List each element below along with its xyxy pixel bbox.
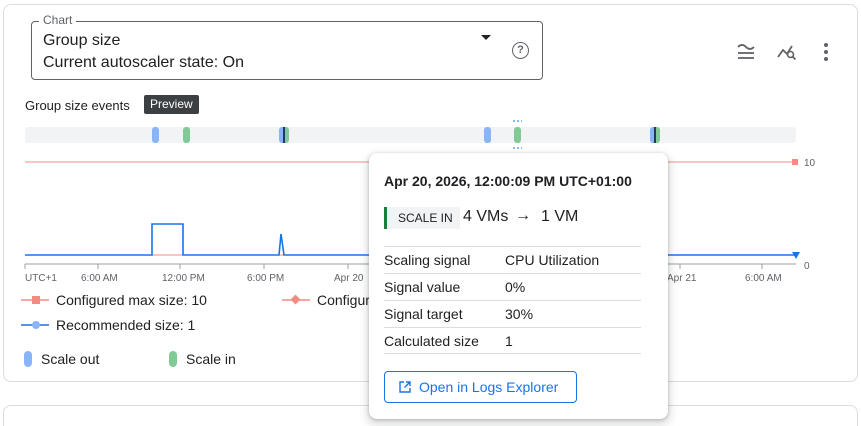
tooltip-key: Scaling signal xyxy=(384,252,471,268)
legend-recommended-label: Recommended size: 1 xyxy=(56,317,196,333)
legend-scale-in: Scale in xyxy=(169,351,236,367)
event-tooltip: Apr 20, 2026, 12:00:09 PM UTC+01:00 SCAL… xyxy=(369,153,668,419)
x-tick-label: 6:00 PM xyxy=(247,273,284,284)
y-tick-label: 0 xyxy=(804,261,810,272)
y-tick-label: 10 xyxy=(804,158,816,169)
legend-scale-out: Scale out xyxy=(24,351,99,367)
tooltip-value: 1 xyxy=(505,332,513,349)
legend-min-size-label: Configur xyxy=(317,292,370,308)
legend-min-size[interactable]: Configur xyxy=(282,292,370,308)
tooltip-row: Signal value 0% xyxy=(384,273,641,300)
open-logs-explorer-label: Open in Logs Explorer xyxy=(419,379,559,395)
tooltip-row: Calculated size 1 xyxy=(384,327,641,354)
scale-in-badge: SCALE IN xyxy=(384,207,460,229)
x-tick-label: Apr 21 xyxy=(667,273,697,284)
scale-out-swatch xyxy=(24,351,32,367)
x-tick-label: 6:00 AM xyxy=(81,273,118,284)
max-size-marker xyxy=(792,159,798,165)
tooltip-key: Signal value xyxy=(384,279,461,295)
legend-scale-in-label: Scale in xyxy=(186,351,236,367)
tooltip-key: Calculated size xyxy=(384,332,479,349)
legend-max-size-label: Configured max size: 10 xyxy=(56,292,207,308)
tooltip-to-size: 1 VM xyxy=(541,208,579,225)
legend-scale-out-label: Scale out xyxy=(41,351,100,367)
x-tick-label: UTC+1 xyxy=(25,273,57,284)
tooltip-from-size: 4 VMs xyxy=(463,208,509,225)
x-tick-label: 12:00 PM xyxy=(162,273,205,284)
tooltip-row: Signal target 30% xyxy=(384,300,641,327)
x-tick-label: Apr 20 xyxy=(334,273,364,284)
tooltip-row: Scaling signal CPU Utilization xyxy=(384,246,641,273)
open-logs-explorer-button[interactable]: Open in Logs Explorer xyxy=(384,371,577,403)
tooltip-value: 0% xyxy=(505,279,526,295)
scale-in-swatch xyxy=(169,351,177,367)
legend-max-size[interactable]: Configured max size: 10 xyxy=(21,292,207,308)
tooltip-value: CPU Utilization xyxy=(505,252,600,268)
tooltip-value: 30% xyxy=(505,306,534,322)
legend-recommended[interactable]: Recommended size: 1 xyxy=(21,317,195,333)
arrow-right-icon: → xyxy=(515,207,531,224)
tooltip-key: Signal target xyxy=(384,306,463,322)
open-in-new-icon xyxy=(399,381,411,393)
x-tick-label: 6:00 AM xyxy=(745,273,782,284)
tooltip-details: Scaling signal CPU Utilization Signal va… xyxy=(384,246,641,354)
tooltip-date: Apr 20, 2026, 12:00:09 PM UTC+01:00 xyxy=(384,173,632,189)
